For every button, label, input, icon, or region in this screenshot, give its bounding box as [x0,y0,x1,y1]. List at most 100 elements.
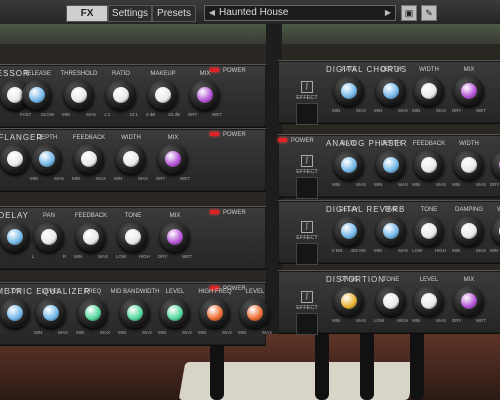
knob-body[interactable] [334,76,364,106]
knob-body[interactable] [454,216,484,246]
knob-feedback[interactable]: FEEDBACK MIN MAX [412,141,446,191]
knob-unlabeled[interactable] [0,135,32,185]
knob-mix[interactable]: MIXDRYWET [452,67,486,117]
knob-body[interactable] [414,76,444,106]
knob-body[interactable] [76,222,106,252]
knob-body[interactable] [376,76,406,106]
knob-mix[interactable]: MIXDRYWET [188,71,222,121]
knob-body[interactable] [64,80,94,110]
effect-button[interactable] [296,243,318,265]
knob-threshold[interactable]: THRESHOLD MIN MAX [60,71,97,121]
knob-min-label: DRY [188,112,198,117]
knob-body[interactable] [454,286,484,316]
effect-label: EFFECT [296,95,318,101]
power-toggle[interactable]: POWER [210,132,246,138]
knob-body[interactable] [492,150,500,180]
knob-body[interactable] [148,80,178,110]
knob-body[interactable] [492,216,500,246]
knob-body[interactable] [190,80,220,110]
knob-body[interactable] [118,222,148,252]
knob-pan[interactable]: PAN L R [32,213,66,263]
knob-feedback[interactable]: FEEDBACK MIN MAX [74,213,108,263]
knob-level[interactable]: LEVEL MIN MAX [412,277,446,327]
knob-time[interactable]: TIME MIN MAX [374,207,408,257]
knob-tone[interactable]: TONE LOW HIGH [374,277,408,327]
knob-release[interactable]: RELEASE FAST SLOW [20,71,54,121]
knob-ratio[interactable]: RATIO 1:1 10:1 [104,71,138,121]
knob-low[interactable]: LOW [0,289,32,339]
knob-tone[interactable]: TONE LOW HIGH [412,207,446,257]
knob-width[interactable]: WIDTHMINMAX [452,141,486,191]
knob-mix[interactable]: MIXDRYWET [156,135,190,185]
knob-level[interactable]: LEVEL MIN MAX [34,289,68,339]
knob-body[interactable] [22,80,52,110]
knob-body[interactable] [414,150,444,180]
knob-depth[interactable]: DEPTH MIN MAX [374,67,408,117]
knob-makeup[interactable]: MAKEUP 0 dB 24 dB [146,71,180,121]
knob-body[interactable] [158,144,188,174]
knob-body[interactable] [36,298,66,328]
knob-label: MIX [463,277,475,283]
effect-button[interactable] [296,313,318,335]
knob-damping[interactable]: DAMPING MIN MAX [452,207,486,257]
knob-delay[interactable]: DELAY 0 MS 400 MS [332,207,366,257]
knob-body[interactable] [334,286,364,316]
knob-body[interactable] [32,144,62,174]
power-toggle[interactable]: POWER [210,210,246,216]
effect-button[interactable] [296,177,318,199]
knob-body[interactable] [240,298,270,328]
knob-mix[interactable]: MIXDRYWET [452,277,486,327]
knob-high-freq[interactable]: HIGH FREQ MIN MAX [198,289,232,339]
edit-icon[interactable]: ✎ [421,5,437,21]
knob-body[interactable] [376,286,406,316]
knob-body[interactable] [78,298,108,328]
knob-body[interactable] [106,80,136,110]
knob-label: RELEASE [23,71,51,77]
knob-depth[interactable]: DEPTH MIN MAX [30,135,64,185]
knob-mix[interactable]: MIXDRYWET [158,213,192,263]
save-icon[interactable]: ▣ [401,5,417,21]
knob-tone[interactable]: TONE LOW HIGH [116,213,150,263]
tab-presets[interactable]: Presets [152,5,196,22]
knob-feedback[interactable]: FEEDBACK MIN MAX [72,135,106,185]
knob-body[interactable] [414,286,444,316]
knob-body[interactable] [376,216,406,246]
knob-body[interactable] [454,150,484,180]
knob-body[interactable] [376,150,406,180]
knob-min-label: MIN [412,318,421,323]
knob-body[interactable] [160,222,190,252]
knob-mix[interactable]: MIXDRYWET [490,141,500,191]
knob-body[interactable] [120,298,150,328]
knob-unlabeled[interactable] [0,213,32,263]
knob-body[interactable] [74,144,104,174]
knob-body[interactable] [414,216,444,246]
knob-drive[interactable]: DRIVE MIN MAX [332,277,366,327]
preset-next-button[interactable]: ▶ [383,6,393,20]
knob-body[interactable] [0,144,30,174]
effect-button[interactable] [296,103,318,125]
tab-settings[interactable]: Settings [108,5,152,22]
knob-body[interactable] [160,298,190,328]
knob-body[interactable] [34,222,64,252]
knob-level[interactable]: LEVEL MIN MAX [158,289,192,339]
knob-width[interactable]: WIDTHMINMAX [412,67,446,117]
preset-selector[interactable]: ◀ Haunted House ▶ [204,5,396,21]
knob-body[interactable] [454,76,484,106]
knob-freq[interactable]: FREQ MIN MAX [76,289,110,339]
knob-mid-bandwidth[interactable]: MID BANDWIDTH MIN MAX [111,289,160,339]
knob-body[interactable] [334,150,364,180]
knob-level[interactable]: LEVEL MIN MAX [238,289,272,339]
knob-width[interactable]: WIDTHMINMAX [114,135,148,185]
knob-depth[interactable]: DEPTH MIN MAX [374,141,408,191]
knob-rate[interactable]: RATE MIN MAX [332,141,366,191]
knob-body[interactable] [334,216,364,246]
knob-body[interactable] [0,298,30,328]
power-toggle[interactable]: POWER [278,138,314,144]
knob-width[interactable]: WIDTHMINMAX [490,207,500,257]
knob-body[interactable] [200,298,230,328]
preset-prev-button[interactable]: ◀ [207,6,217,20]
knob-body[interactable] [0,222,30,252]
tab-fx[interactable]: FX [66,5,108,22]
knob-body[interactable] [116,144,146,174]
knob-rate[interactable]: RATE MIN MAX [332,67,366,117]
